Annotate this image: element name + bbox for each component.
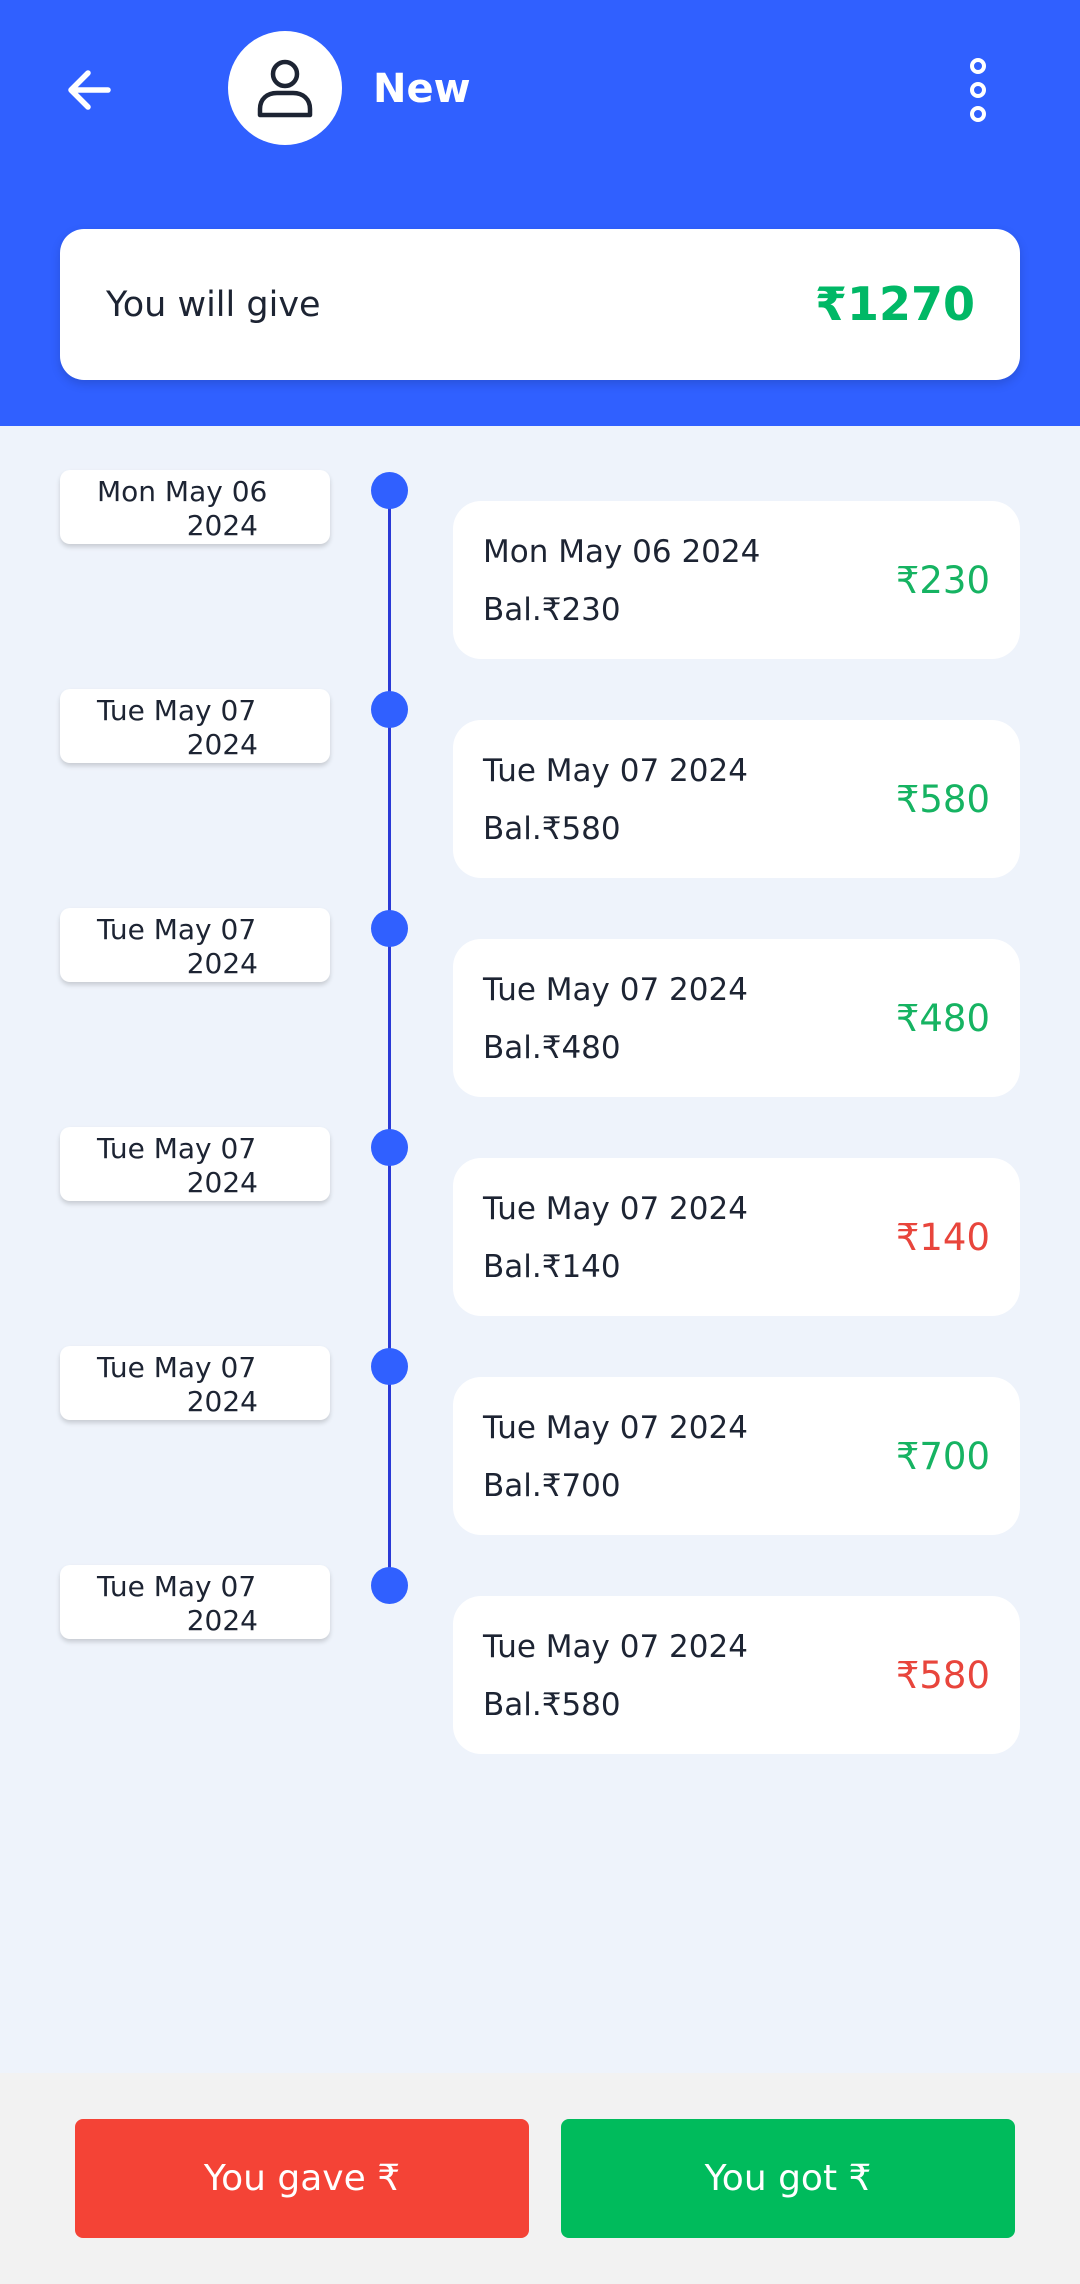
avatar[interactable]	[228, 31, 342, 145]
date-chip-year: 2024	[186, 947, 258, 980]
transaction-date: Tue May 07 2024	[483, 1629, 748, 1665]
transaction-card[interactable]: Tue May 07 2024 Bal.₹580 ₹580	[453, 720, 1020, 878]
transaction-balance: Bal.₹580	[483, 811, 621, 847]
date-chip-day: Mon May 06	[97, 475, 268, 508]
date-chip-day: Tue May 07	[97, 913, 257, 946]
timeline-entry: Tue May 07 2024 Tue May 07 2024 Bal.₹580…	[0, 689, 1080, 908]
transaction-date: Mon May 06 2024	[483, 534, 761, 570]
transaction-amount: ₹700	[895, 1435, 990, 1478]
transaction-balance: Bal.₹230	[483, 592, 621, 628]
date-chip-day: Tue May 07	[97, 694, 257, 727]
timeline-entry: Mon May 06 2024 Mon May 06 2024 Bal.₹230…	[0, 470, 1080, 689]
timeline-dot	[371, 1567, 408, 1604]
action-bar: You gave ₹ You got ₹	[0, 2073, 1080, 2284]
back-button[interactable]	[50, 50, 130, 130]
date-chip: Tue May 07 2024	[60, 908, 330, 982]
date-chip-year: 2024	[186, 509, 258, 542]
date-chip: Tue May 07 2024	[60, 689, 330, 763]
balance-amount: ₹1270	[814, 277, 975, 331]
transaction-card[interactable]: Tue May 07 2024 Bal.₹700 ₹700	[453, 1377, 1020, 1535]
transaction-amount: ₹480	[895, 997, 990, 1040]
date-chip-day: Tue May 07	[97, 1570, 257, 1603]
transaction-balance: Bal.₹140	[483, 1249, 621, 1285]
you-gave-button[interactable]: You gave ₹	[75, 2119, 529, 2238]
more-vertical-icon	[970, 58, 986, 122]
transaction-card[interactable]: Tue May 07 2024 Bal.₹140 ₹140	[453, 1158, 1020, 1316]
timeline-dot	[371, 1348, 408, 1385]
transaction-amount: ₹580	[895, 1654, 990, 1697]
date-chip-day: Tue May 07	[97, 1351, 257, 1384]
date-chip-year: 2024	[186, 1385, 258, 1418]
transaction-balance: Bal.₹580	[483, 1687, 621, 1723]
more-options-button[interactable]	[950, 50, 1006, 130]
transaction-date: Tue May 07 2024	[483, 1191, 748, 1227]
transaction-date: Tue May 07 2024	[483, 1410, 748, 1446]
transaction-date: Tue May 07 2024	[483, 972, 748, 1008]
timeline-entry: Tue May 07 2024 Tue May 07 2024 Bal.₹140…	[0, 1127, 1080, 1346]
date-chip: Tue May 07 2024	[60, 1127, 330, 1201]
balance-summary-card: You will give ₹1270	[60, 229, 1020, 380]
timeline-entry: Tue May 07 2024 Tue May 07 2024 Bal.₹580…	[0, 1565, 1080, 1784]
transaction-balance: Bal.₹700	[483, 1468, 621, 1504]
transaction-balance: Bal.₹480	[483, 1030, 621, 1066]
date-chip-year: 2024	[186, 728, 258, 761]
timeline-dot	[371, 472, 408, 509]
date-chip-year: 2024	[186, 1166, 258, 1199]
transaction-date: Tue May 07 2024	[483, 753, 748, 789]
transaction-card[interactable]: Tue May 07 2024 Bal.₹480 ₹480	[453, 939, 1020, 1097]
date-chip: Mon May 06 2024	[60, 470, 330, 544]
date-chip-year: 2024	[186, 1604, 258, 1637]
date-chip-day: Tue May 07	[97, 1132, 257, 1165]
timeline-entry: Tue May 07 2024 Tue May 07 2024 Bal.₹700…	[0, 1346, 1080, 1565]
transaction-amount: ₹580	[895, 778, 990, 821]
contact-name[interactable]: New	[373, 60, 471, 118]
transaction-card[interactable]: Tue May 07 2024 Bal.₹580 ₹580	[453, 1596, 1020, 1754]
date-chip: Tue May 07 2024	[60, 1346, 330, 1420]
date-chip: Tue May 07 2024	[60, 1565, 330, 1639]
timeline-entry: Tue May 07 2024 Tue May 07 2024 Bal.₹480…	[0, 908, 1080, 1127]
transaction-amount: ₹230	[895, 559, 990, 602]
you-got-button[interactable]: You got ₹	[561, 2119, 1015, 2238]
arrow-left-icon	[68, 70, 111, 110]
transaction-card[interactable]: Mon May 06 2024 Bal.₹230 ₹230	[453, 501, 1020, 659]
person-icon	[257, 59, 313, 118]
balance-label: You will give	[106, 285, 321, 325]
timeline-dot	[371, 910, 408, 947]
transaction-amount: ₹140	[895, 1216, 990, 1259]
app-header: New You will give ₹1270	[0, 0, 1080, 426]
timeline-dot	[371, 1129, 408, 1166]
timeline-dot	[371, 691, 408, 728]
